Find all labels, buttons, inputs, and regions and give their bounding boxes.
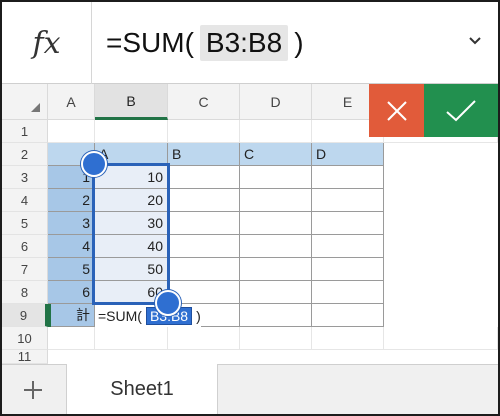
function-icon: fx — [32, 25, 61, 61]
cell[interactable] — [312, 258, 384, 281]
cell[interactable] — [240, 120, 312, 143]
cell[interactable] — [240, 189, 312, 212]
formula-bar: fx =SUM( B3:B8 ) — [2, 2, 498, 84]
editing-suffix: ) — [196, 307, 201, 324]
cell[interactable] — [384, 327, 498, 350]
cell[interactable] — [48, 120, 95, 143]
cell[interactable] — [95, 327, 168, 350]
select-all-button[interactable] — [2, 84, 48, 120]
cell[interactable] — [312, 235, 384, 258]
table-header-label: D — [316, 146, 327, 162]
chevron-down-icon — [469, 37, 481, 45]
row-header-8[interactable]: 8 — [2, 281, 48, 304]
cell[interactable] — [48, 327, 95, 350]
table-header-label: C — [244, 146, 255, 162]
cell[interactable] — [240, 258, 312, 281]
column-header-a[interactable]: A — [48, 84, 95, 120]
cell[interactable] — [312, 327, 384, 350]
column-header-d[interactable]: D — [240, 84, 312, 120]
table-header-cell[interactable]: D — [312, 143, 384, 166]
editing-cell[interactable]: =SUM( B3:B8 ) — [98, 304, 201, 327]
row-header-4[interactable]: 4 — [2, 189, 48, 212]
active-row-indicator — [48, 304, 51, 327]
cell[interactable] — [312, 189, 384, 212]
total-label-cell[interactable]: 計 — [48, 304, 95, 327]
cell[interactable] — [240, 212, 312, 235]
cell[interactable] — [312, 304, 384, 327]
cell[interactable] — [168, 235, 240, 258]
value-cell[interactable]: 10 — [95, 166, 168, 189]
column-header-c[interactable]: C — [168, 84, 240, 120]
selection-end-handle[interactable] — [155, 290, 181, 316]
row-header-6[interactable]: 6 — [2, 235, 48, 258]
insert-function-button[interactable]: fx — [2, 2, 92, 84]
cell[interactable] — [240, 235, 312, 258]
cell[interactable] — [168, 166, 240, 189]
row-header-3[interactable]: 3 — [2, 166, 48, 189]
cell[interactable] — [312, 166, 384, 189]
row-header-5[interactable]: 5 — [2, 212, 48, 235]
table-header-label: B — [172, 146, 182, 162]
cell[interactable] — [168, 120, 240, 143]
cell[interactable] — [168, 258, 240, 281]
cancel-button[interactable] — [369, 84, 424, 137]
cell[interactable] — [168, 189, 240, 212]
cell[interactable] — [240, 166, 312, 189]
value-cell[interactable]: 40 — [95, 235, 168, 258]
value-cell[interactable]: 30 — [95, 212, 168, 235]
selection-start-handle[interactable] — [81, 151, 107, 177]
row-header-1[interactable]: 1 — [2, 120, 48, 143]
value-cell[interactable]: 50 — [95, 258, 168, 281]
row-header-2[interactable]: 2 — [2, 143, 48, 166]
add-sheet-button[interactable] — [2, 365, 64, 414]
row-header-10[interactable]: 10 — [2, 327, 48, 350]
cell[interactable] — [240, 281, 312, 304]
expand-formula-button[interactable] — [464, 30, 486, 52]
row-header-9[interactable]: 9 — [2, 304, 48, 327]
cell[interactable] — [312, 281, 384, 304]
formula-input[interactable]: =SUM( B3:B8 ) — [106, 22, 304, 64]
cell[interactable] — [168, 212, 240, 235]
row-label-cell[interactable]: 2 — [48, 189, 95, 212]
table-header-cell[interactable]: B — [168, 143, 240, 166]
cell[interactable] — [95, 120, 168, 143]
sheet-tab-bar: Sheet1 — [2, 364, 498, 414]
checkmark-icon — [446, 99, 476, 121]
row-header-7[interactable]: 7 — [2, 258, 48, 281]
plus-icon — [24, 381, 42, 399]
row-label-cell[interactable]: 5 — [48, 258, 95, 281]
cell[interactable] — [240, 327, 312, 350]
formula-prefix: =SUM( — [106, 27, 194, 58]
column-header-b[interactable]: B — [95, 84, 168, 120]
cell[interactable] — [312, 212, 384, 235]
row-label-cell[interactable]: 4 — [48, 235, 95, 258]
row-header-11[interactable]: 11 — [2, 349, 48, 364]
close-icon — [386, 100, 407, 121]
sheet-tab-label: Sheet1 — [110, 378, 174, 400]
cell[interactable] — [240, 304, 312, 327]
confirm-button[interactable] — [424, 84, 498, 137]
row-label-cell[interactable]: 3 — [48, 212, 95, 235]
sheet-tab-sheet1[interactable]: Sheet1 — [66, 364, 218, 414]
row-label-cell[interactable]: 6 — [48, 281, 95, 304]
cell[interactable] — [168, 327, 240, 350]
formula-suffix: ) — [294, 27, 304, 58]
excel-window: fx =SUM( B3:B8 ) A B C D E 1 2 3 4 5 6 7… — [0, 0, 500, 416]
editing-prefix: =SUM( — [98, 307, 142, 324]
value-cell[interactable]: 20 — [95, 189, 168, 212]
table-header-cell[interactable]: C — [240, 143, 312, 166]
formula-reference: B3:B8 — [199, 25, 289, 61]
